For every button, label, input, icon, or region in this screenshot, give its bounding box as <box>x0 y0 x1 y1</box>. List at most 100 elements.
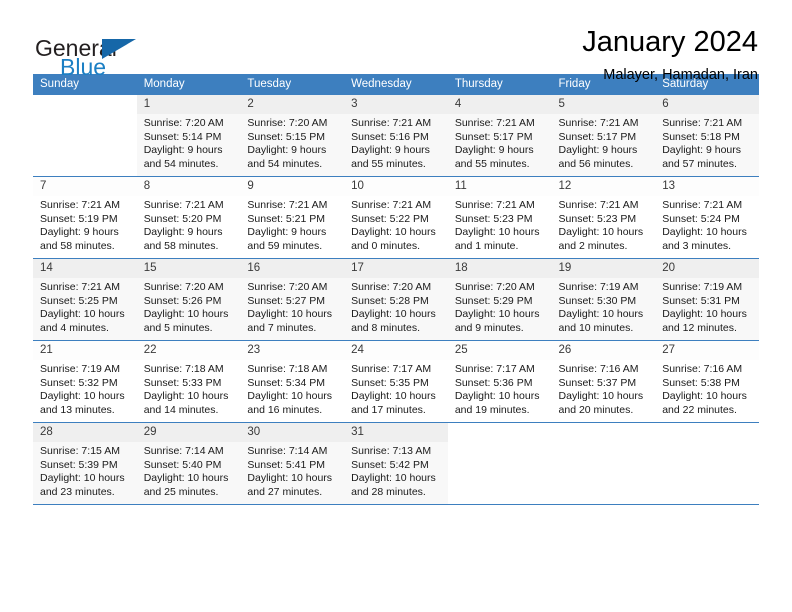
calendar-day-details: Sunrise: 7:21 AM Sunset: 5:17 PM Daylight:… <box>447 114 552 172</box>
calendar-body: 1 Sunrise: 7:20 AM Sunset: 5:14 PM Daylight… <box>33 95 759 505</box>
calendar-day-cell[interactable]: 16 Sunrise: 7:20 AM Sunset: 5:27 PM Dayligh… <box>240 259 345 341</box>
calendar-day-detail-line: Sunset: 5:38 PM <box>662 376 740 389</box>
calendar-cell-inner: 12 Sunrise: 7:21 AM Sunset: 5:23 PM Dayligh… <box>551 177 656 259</box>
calendar-day-number: 22 <box>136 341 241 360</box>
calendar-week-row: 28 Sunrise: 7:15 AM Sunset: 5:39 PM Dayligh… <box>33 423 759 505</box>
calendar-day-detail-line: Daylight: 9 hours <box>454 144 534 157</box>
calendar-day-cell[interactable]: 4 Sunrise: 7:21 AM Sunset: 5:17 PM Daylight… <box>447 95 552 177</box>
calendar-day-detail-line: Sunrise: 7:21 AM <box>558 199 639 211</box>
calendar-day-number: 15 <box>136 259 241 278</box>
calendar-day-detail-line: and 54 minutes. <box>247 157 323 170</box>
calendar-cell-inner: 29 Sunrise: 7:14 AM Sunset: 5:40 PM Dayligh… <box>136 423 241 505</box>
calendar-day-detail-line: Daylight: 10 hours <box>351 226 436 239</box>
calendar-day-number: 7 <box>33 177 137 196</box>
calendar-day-number: 6 <box>655 95 759 114</box>
calendar-day-detail-line: Daylight: 10 hours <box>247 308 333 321</box>
calendar-day-detail-line: Sunset: 5:21 PM <box>247 212 326 225</box>
calendar-day-details: Sunrise: 7:21 AM Sunset: 5:19 PM Daylight:… <box>33 196 137 254</box>
calendar-empty-cell <box>655 423 759 505</box>
calendar-day-cell[interactable]: 6 Sunrise: 7:21 AM Sunset: 5:18 PM Daylight… <box>655 95 759 177</box>
calendar-day-number: 21 <box>33 341 137 360</box>
calendar-day-cell[interactable]: 5 Sunrise: 7:21 AM Sunset: 5:17 PM Daylight… <box>551 95 656 177</box>
calendar-day-detail-line: Sunset: 5:35 PM <box>351 376 429 389</box>
calendar-day-cell[interactable]: 18 Sunrise: 7:20 AM Sunset: 5:29 PM Dayligh… <box>447 259 552 341</box>
calendar-day-detail-line: Sunrise: 7:21 AM <box>40 281 120 293</box>
calendar-day-detail-line: and 57 minutes. <box>662 157 737 170</box>
calendar-day-detail-line: and 13 minutes. <box>40 403 115 416</box>
calendar-day-cell[interactable]: 10 Sunrise: 7:21 AM Sunset: 5:22 PM Dayligh… <box>344 177 448 259</box>
calendar-day-details: Sunrise: 7:20 AM Sunset: 5:29 PM Daylight:… <box>447 278 552 336</box>
calendar-day-detail-line: Sunrise: 7:21 AM <box>454 199 535 211</box>
brand-logo[interactable]: General Blue <box>33 26 183 84</box>
calendar-day-cell[interactable]: 17 Sunrise: 7:20 AM Sunset: 5:28 PM Dayligh… <box>344 259 448 341</box>
calendar-cell-inner: 26 Sunrise: 7:16 AM Sunset: 5:37 PM Dayligh… <box>551 341 656 423</box>
calendar-day-detail-line: Daylight: 10 hours <box>143 308 229 321</box>
calendar-day-detail-line: Daylight: 9 hours <box>558 144 638 157</box>
calendar-cell-inner: 15 Sunrise: 7:20 AM Sunset: 5:26 PM Dayligh… <box>136 259 241 341</box>
calendar-day-detail-line: Sunrise: 7:21 AM <box>454 117 535 129</box>
calendar-day-details: Sunrise: 7:21 AM Sunset: 5:23 PM Daylight:… <box>551 196 656 254</box>
calendar-grid: Sunday Monday Tuesday Wednesday Thursday… <box>33 74 759 505</box>
calendar-day-cell[interactable]: 19 Sunrise: 7:19 AM Sunset: 5:30 PM Dayligh… <box>551 259 656 341</box>
calendar-day-detail-line: Sunrise: 7:21 AM <box>247 199 328 211</box>
calendar-day-number: 17 <box>344 259 448 278</box>
calendar-day-cell[interactable]: 26 Sunrise: 7:16 AM Sunset: 5:37 PM Dayligh… <box>551 341 656 423</box>
calendar-day-cell[interactable]: 15 Sunrise: 7:20 AM Sunset: 5:26 PM Dayligh… <box>136 259 241 341</box>
calendar-day-cell[interactable]: 24 Sunrise: 7:17 AM Sunset: 5:35 PM Dayligh… <box>344 341 448 423</box>
calendar-day-cell[interactable]: 11 Sunrise: 7:21 AM Sunset: 5:23 PM Dayligh… <box>447 177 552 259</box>
calendar-cell-inner: 23 Sunrise: 7:18 AM Sunset: 5:34 PM Dayligh… <box>240 341 345 423</box>
calendar-day-detail-line: and 59 minutes. <box>247 239 323 252</box>
calendar-day-detail-line: and 58 minutes. <box>40 239 115 252</box>
calendar-day-number: 20 <box>655 259 759 278</box>
calendar-day-number: 3 <box>344 95 448 114</box>
calendar-day-number: 5 <box>551 95 656 114</box>
calendar-day-detail-line: Sunrise: 7:14 AM <box>247 445 328 457</box>
calendar-day-details: Sunrise: 7:20 AM Sunset: 5:26 PM Daylight:… <box>136 278 241 336</box>
calendar-day-cell[interactable]: 21 Sunrise: 7:19 AM Sunset: 5:32 PM Dayligh… <box>33 341 137 423</box>
calendar-day-detail-line: Sunset: 5:37 PM <box>558 376 637 389</box>
calendar-day-cell[interactable]: 12 Sunrise: 7:21 AM Sunset: 5:23 PM Dayligh… <box>551 177 656 259</box>
calendar-day-detail-line: Sunset: 5:34 PM <box>247 376 326 389</box>
calendar-day-details: Sunrise: 7:21 AM Sunset: 5:21 PM Daylight:… <box>240 196 345 254</box>
calendar-day-detail-line: Daylight: 10 hours <box>662 308 747 321</box>
calendar-day-detail-line: Sunrise: 7:14 AM <box>143 445 224 457</box>
calendar-day-detail-line: Daylight: 10 hours <box>662 226 747 239</box>
calendar-day-cell[interactable]: 20 Sunrise: 7:19 AM Sunset: 5:31 PM Dayligh… <box>655 259 759 341</box>
calendar-day-detail-line: Daylight: 10 hours <box>454 226 540 239</box>
calendar-cell-inner: 14 Sunrise: 7:21 AM Sunset: 5:25 PM Dayligh… <box>33 259 137 341</box>
calendar-cell-inner: 8 Sunrise: 7:21 AM Sunset: 5:20 PM Daylight… <box>136 177 241 259</box>
calendar-day-cell[interactable]: 25 Sunrise: 7:17 AM Sunset: 5:36 PM Dayligh… <box>447 341 552 423</box>
calendar-day-cell[interactable]: 8 Sunrise: 7:21 AM Sunset: 5:20 PM Daylight… <box>136 177 241 259</box>
calendar-day-detail-line: Sunrise: 7:18 AM <box>247 363 328 375</box>
calendar-day-cell[interactable]: 3 Sunrise: 7:21 AM Sunset: 5:16 PM Daylight… <box>344 95 448 177</box>
calendar-day-detail-line: Sunrise: 7:21 AM <box>351 199 432 211</box>
calendar-day-detail-line: Sunrise: 7:21 AM <box>558 117 639 129</box>
calendar-day-cell[interactable]: 2 Sunrise: 7:20 AM Sunset: 5:15 PM Daylight… <box>240 95 345 177</box>
calendar-cell-inner: 28 Sunrise: 7:15 AM Sunset: 5:39 PM Dayligh… <box>33 423 137 505</box>
calendar-day-cell[interactable]: 14 Sunrise: 7:21 AM Sunset: 5:25 PM Dayligh… <box>33 259 137 341</box>
calendar-day-cell[interactable]: 31 Sunrise: 7:13 AM Sunset: 5:42 PM Dayligh… <box>344 423 448 505</box>
calendar-day-cell[interactable]: 22 Sunrise: 7:18 AM Sunset: 5:33 PM Dayligh… <box>136 341 241 423</box>
calendar-day-cell[interactable]: 29 Sunrise: 7:14 AM Sunset: 5:40 PM Dayligh… <box>136 423 241 505</box>
calendar-cell-inner <box>551 423 656 505</box>
calendar-day-cell[interactable]: 7 Sunrise: 7:21 AM Sunset: 5:19 PM Daylight… <box>33 177 137 259</box>
calendar-day-number: 2 <box>240 95 345 114</box>
calendar-day-cell[interactable]: 23 Sunrise: 7:18 AM Sunset: 5:34 PM Dayligh… <box>240 341 345 423</box>
calendar-cell-inner: 24 Sunrise: 7:17 AM Sunset: 5:35 PM Dayligh… <box>344 341 448 423</box>
calendar-empty-cell <box>447 423 552 505</box>
calendar-day-detail-line: Sunset: 5:18 PM <box>662 130 740 143</box>
calendar-day-cell[interactable]: 28 Sunrise: 7:15 AM Sunset: 5:39 PM Dayligh… <box>33 423 137 505</box>
calendar-day-cell[interactable]: 27 Sunrise: 7:16 AM Sunset: 5:38 PM Dayligh… <box>655 341 759 423</box>
calendar-day-detail-line: and 1 minute. <box>454 239 519 252</box>
calendar-day-number: 25 <box>447 341 552 360</box>
calendar-day-detail-line: Daylight: 10 hours <box>143 390 229 403</box>
calendar-day-cell[interactable]: 13 Sunrise: 7:21 AM Sunset: 5:24 PM Dayligh… <box>655 177 759 259</box>
calendar-day-cell[interactable]: 30 Sunrise: 7:14 AM Sunset: 5:41 PM Dayligh… <box>240 423 345 505</box>
calendar-day-details: Sunrise: 7:14 AM Sunset: 5:40 PM Daylight:… <box>136 442 241 500</box>
calendar-day-cell[interactable]: 1 Sunrise: 7:20 AM Sunset: 5:14 PM Daylight… <box>136 95 241 177</box>
calendar-day-number: 27 <box>655 341 759 360</box>
calendar-day-detail-line: Sunset: 5:28 PM <box>351 294 429 307</box>
calendar-day-cell[interactable]: 9 Sunrise: 7:21 AM Sunset: 5:21 PM Daylight… <box>240 177 345 259</box>
calendar-day-details: Sunrise: 7:16 AM Sunset: 5:37 PM Daylight:… <box>551 360 656 418</box>
calendar-day-detail-line: and 0 minutes. <box>351 239 420 252</box>
